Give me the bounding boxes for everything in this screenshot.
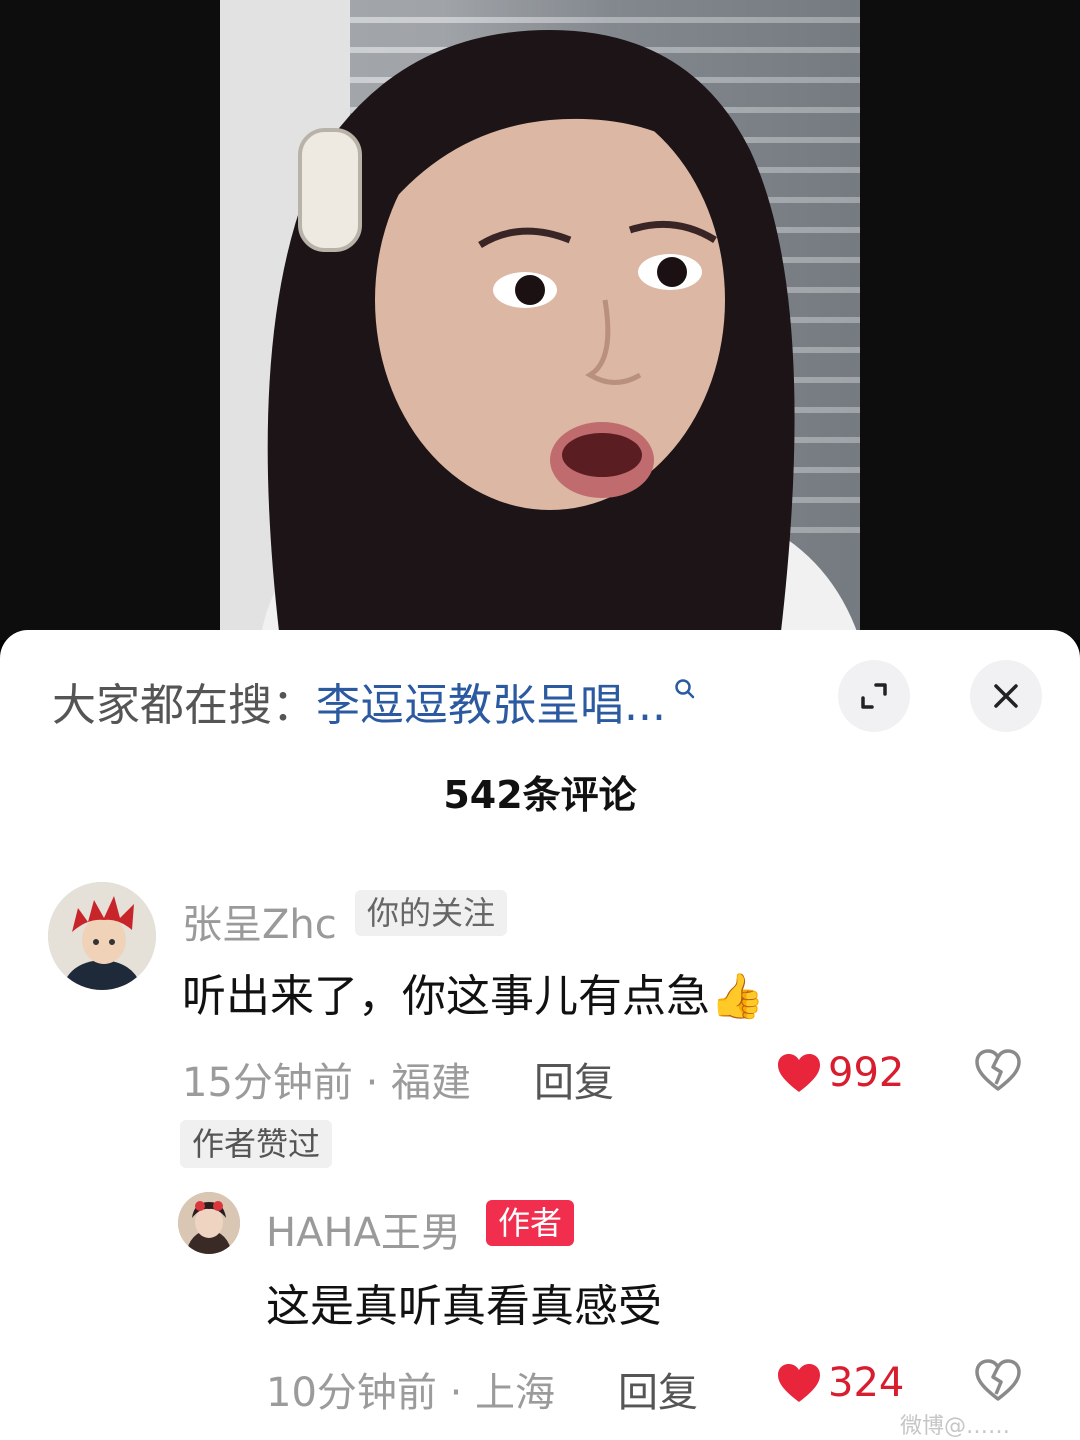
expand-button[interactable] <box>838 660 910 732</box>
broken-heart-icon[interactable] <box>974 1358 1022 1402</box>
close-icon <box>994 684 1018 708</box>
watermark: 微博@…… <box>900 1414 1011 1439</box>
comment-time-location: 10分钟前 · 上海 <box>266 1370 556 1416</box>
following-tag: 你的关注 <box>355 890 508 936</box>
avatar-image <box>48 882 156 990</box>
video-frame[interactable] <box>220 0 860 640</box>
author-tag: 作者 <box>486 1200 575 1246</box>
reply-button[interactable]: 回复 <box>534 1050 614 1108</box>
comment-count-title: 542条评论 <box>443 773 637 817</box>
avatar-image <box>178 1192 240 1254</box>
like-count: 324 <box>828 1360 905 1406</box>
reply-button[interactable]: 回复 <box>618 1360 698 1418</box>
comment-username[interactable]: 张呈Zhc <box>182 892 337 950</box>
search-icon[interactable] <box>672 676 698 702</box>
expand-icon <box>861 683 887 709</box>
video-player[interactable] <box>0 0 1080 640</box>
comment-time-location: 15分钟前 · 福建 <box>182 1060 472 1106</box>
broken-heart-icon[interactable] <box>974 1048 1022 1092</box>
like-count: 992 <box>828 1050 905 1096</box>
heart-icon <box>778 1054 820 1092</box>
author-liked-badge: 作者赞过 <box>180 1120 333 1168</box>
like-button[interactable]: 324 <box>776 1360 904 1406</box>
trending-search-query-link[interactable]: 李逗逗教张呈唱... <box>316 669 666 733</box>
avatar[interactable] <box>178 1192 240 1254</box>
comment-sheet: 大家都在搜： 李逗逗教张呈唱... 542条评论 张呈Zhc 你的关注 听出来了… <box>0 630 1080 1440</box>
video-still-image <box>220 0 860 640</box>
comment-username[interactable]: HAHA王男 <box>266 1200 461 1258</box>
heart-icon <box>778 1364 820 1402</box>
comment-text: 听出来了，你这事儿有点急👍 <box>182 971 765 1022</box>
comment-text: 这是真听真看真感受 <box>266 1281 662 1332</box>
close-button[interactable] <box>970 660 1042 732</box>
like-button[interactable]: 992 <box>776 1050 904 1096</box>
trending-search-prefix: 大家都在搜： <box>52 680 316 731</box>
trending-search-bar[interactable]: 大家都在搜： 李逗逗教张呈唱... <box>52 666 698 736</box>
avatar[interactable] <box>48 882 156 990</box>
